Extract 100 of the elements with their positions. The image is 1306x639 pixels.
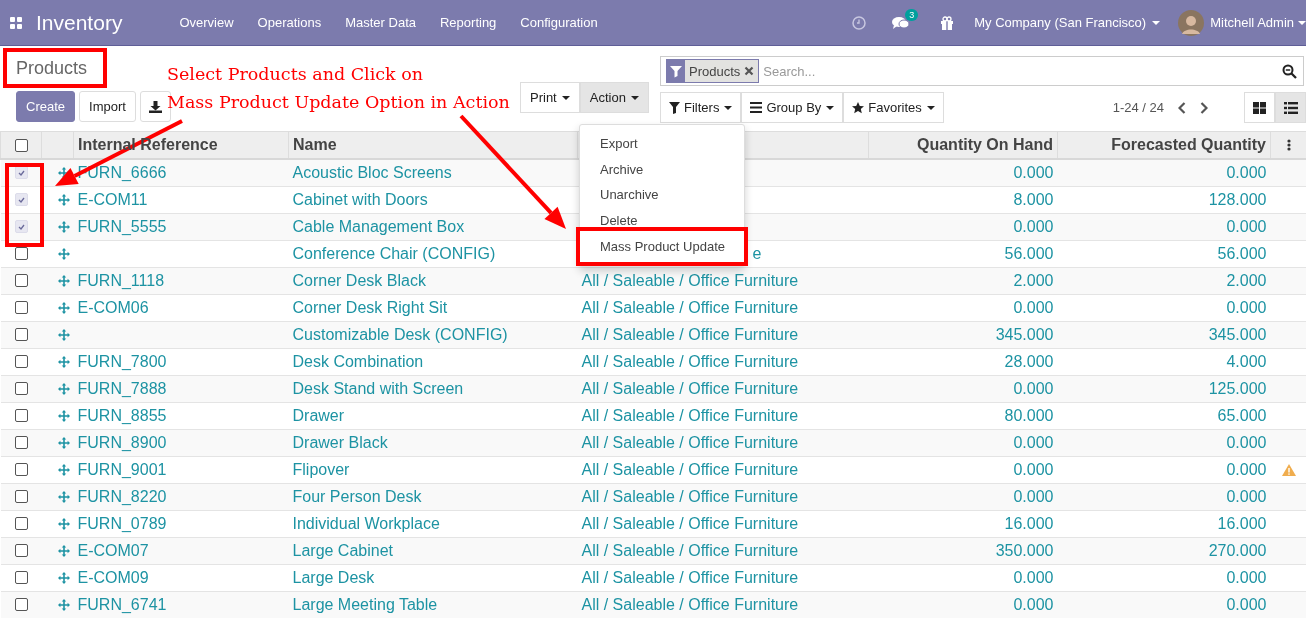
table-cell: FURN_8855 bbox=[77, 406, 167, 424]
drag-handle-icon[interactable] bbox=[57, 274, 70, 287]
group-by-button[interactable]: Group By bbox=[741, 92, 844, 123]
drag-handle-icon[interactable] bbox=[57, 409, 70, 422]
checkbox[interactable] bbox=[14, 301, 28, 314]
checkbox[interactable] bbox=[14, 355, 28, 368]
table-cell: All / Saleable / Office Furniture bbox=[581, 352, 799, 370]
table-cell: FURN_1118 bbox=[77, 271, 165, 289]
table-cell: FURN_8900 bbox=[77, 433, 167, 451]
print-button[interactable]: Print bbox=[520, 82, 580, 113]
app-title[interactable]: Inventory bbox=[36, 10, 123, 35]
avatar bbox=[1178, 9, 1205, 36]
drag-handle-icon[interactable] bbox=[57, 571, 70, 584]
table-cell: Customizable Desk (CONFIG) bbox=[292, 325, 508, 343]
checkbox[interactable] bbox=[14, 517, 28, 530]
apps-menu-icon[interactable] bbox=[10, 16, 22, 29]
kanban-view-button[interactable] bbox=[1244, 92, 1275, 123]
search-icon[interactable] bbox=[1282, 63, 1297, 79]
table-cell: 0.000 bbox=[1226, 568, 1267, 586]
list-view-button[interactable] bbox=[1275, 92, 1306, 123]
drag-handle-icon[interactable] bbox=[57, 490, 70, 503]
column-header[interactable]: Name bbox=[288, 132, 578, 159]
checkbox[interactable] bbox=[14, 436, 28, 449]
table-cell: 0.000 bbox=[1013, 568, 1054, 586]
chat-icon[interactable] bbox=[892, 15, 911, 30]
table-cell: Flipover bbox=[292, 460, 350, 478]
checkbox[interactable] bbox=[14, 138, 28, 152]
checkbox[interactable] bbox=[14, 409, 28, 422]
table-cell: 0.000 bbox=[1013, 460, 1054, 478]
next-page-icon[interactable] bbox=[1200, 101, 1208, 114]
table-cell: Large Meeting Table bbox=[292, 595, 438, 613]
table-cell: FURN_6741 bbox=[77, 595, 167, 613]
menu-item[interactable]: Master Data bbox=[333, 15, 428, 30]
table-cell: All / Saleable / Office Furniture bbox=[581, 595, 799, 613]
drag-handle-icon[interactable] bbox=[57, 517, 70, 530]
drag-handle-icon[interactable] bbox=[57, 301, 70, 314]
menu-item[interactable]: Configuration bbox=[508, 15, 610, 30]
table-cell: Individual Workplace bbox=[292, 514, 440, 532]
drag-handle-icon[interactable] bbox=[57, 328, 70, 341]
menu-item[interactable]: Unarchive bbox=[580, 186, 744, 203]
company-switcher[interactable]: My Company (San Francisco) bbox=[974, 15, 1161, 30]
drag-handle-icon[interactable] bbox=[57, 193, 70, 206]
table-cell: All / Saleable / Office Furniture bbox=[581, 271, 799, 289]
import-button[interactable]: Import bbox=[79, 91, 136, 122]
column-header[interactable]: Quantity On Hand bbox=[868, 132, 1058, 159]
drag-handle-icon[interactable] bbox=[57, 247, 70, 260]
table-cell: FURN_0789 bbox=[77, 514, 167, 532]
star-icon bbox=[852, 101, 865, 114]
menu-item[interactable]: Operations bbox=[245, 15, 334, 30]
table-cell: E-COM07 bbox=[77, 541, 149, 559]
table-cell: E-COM11 bbox=[77, 190, 148, 208]
gift-icon[interactable] bbox=[940, 15, 955, 30]
table-cell: 345.000 bbox=[995, 325, 1054, 343]
table-cell: 0.000 bbox=[1013, 217, 1054, 235]
table-cell: Conference Chair (CONFIG) bbox=[292, 244, 496, 262]
remove-icon[interactable] bbox=[744, 66, 755, 76]
checkbox[interactable] bbox=[14, 328, 28, 341]
table-cell: 0.000 bbox=[1013, 298, 1054, 316]
table-cell: Corner Desk Right Sit bbox=[292, 298, 448, 316]
table-cell: All / Saleable / Office Furniture bbox=[581, 406, 799, 424]
checkbox[interactable] bbox=[14, 463, 28, 476]
drag-handle-icon[interactable] bbox=[57, 463, 70, 476]
table-cell: 0.000 bbox=[1013, 595, 1054, 613]
previous-page-icon[interactable] bbox=[1178, 101, 1186, 114]
search-facet[interactable]: Products bbox=[666, 59, 760, 83]
checkbox[interactable] bbox=[14, 247, 28, 260]
drag-handle-icon[interactable] bbox=[57, 355, 70, 368]
user-menu[interactable]: Mitchell Admin bbox=[1178, 9, 1306, 36]
table-cell: 0.000 bbox=[1226, 217, 1267, 235]
checkbox[interactable] bbox=[14, 571, 28, 584]
search-field[interactable]: Products Search... bbox=[660, 56, 1304, 86]
table-cell: 16.000 bbox=[1004, 514, 1054, 532]
table-cell: e bbox=[752, 244, 762, 263]
table-cell: Acoustic Bloc Screens bbox=[292, 163, 452, 181]
action-button[interactable]: Action bbox=[579, 82, 649, 113]
menu-item[interactable]: Mass Product Update bbox=[576, 227, 748, 266]
table-cell: Desk Combination bbox=[292, 352, 424, 370]
table-cell: E-COM06 bbox=[77, 298, 149, 316]
caret-icon bbox=[561, 95, 570, 100]
checkbox[interactable] bbox=[14, 544, 28, 557]
checkbox[interactable] bbox=[14, 490, 28, 503]
favorites-button[interactable]: Favorites bbox=[843, 92, 944, 123]
checkbox[interactable] bbox=[14, 274, 28, 287]
drag-handle-icon[interactable] bbox=[57, 544, 70, 557]
caret-icon bbox=[826, 105, 835, 110]
filters-button[interactable]: Filters bbox=[660, 92, 742, 123]
checkbox[interactable] bbox=[14, 598, 28, 612]
more-options-icon[interactable] bbox=[1286, 139, 1291, 151]
column-header[interactable]: Forecasted Quantity bbox=[1057, 132, 1271, 159]
table-cell: 0.000 bbox=[1013, 487, 1054, 505]
drag-handle-icon[interactable] bbox=[57, 436, 70, 449]
drag-handle-icon[interactable] bbox=[57, 382, 70, 395]
drag-handle-icon[interactable] bbox=[57, 220, 70, 233]
checkbox[interactable] bbox=[14, 382, 28, 395]
drag-handle-icon[interactable] bbox=[57, 598, 70, 611]
clock-icon[interactable] bbox=[852, 15, 867, 30]
checkmark-icon bbox=[17, 196, 25, 203]
menu-item[interactable]: Reporting bbox=[428, 15, 509, 30]
menu-item[interactable]: Overview bbox=[167, 15, 246, 30]
create-button[interactable]: Create bbox=[16, 91, 76, 122]
